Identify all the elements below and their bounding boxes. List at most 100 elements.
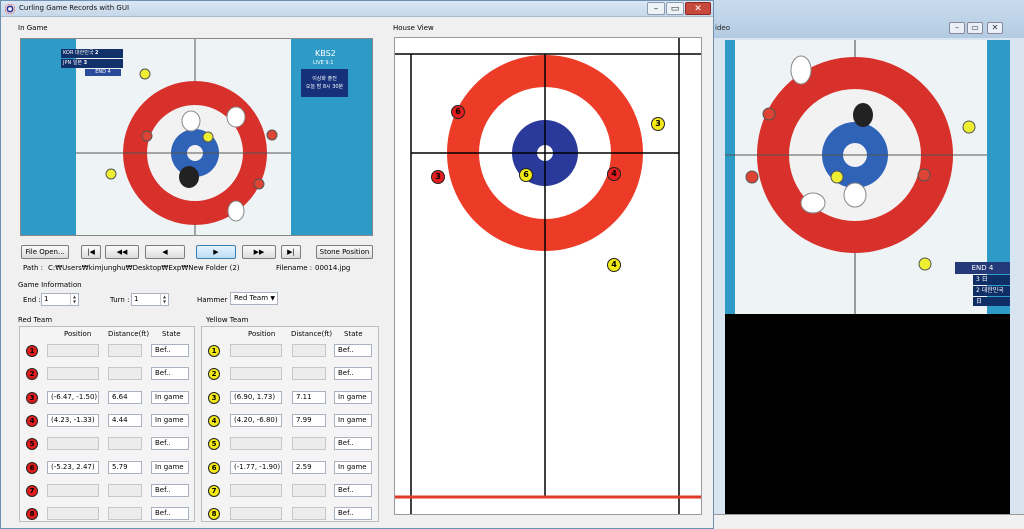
distance-field[interactable]: 7.99	[292, 413, 326, 427]
red-stone-number: 2	[26, 368, 38, 381]
position-field[interactable]: (4.20, -6.80)	[230, 413, 282, 427]
close-button[interactable]: ✕	[987, 22, 1003, 34]
distance-field[interactable]	[108, 367, 142, 381]
distance-field[interactable]	[292, 367, 326, 381]
red-stone-4: 4	[607, 167, 621, 181]
state-field[interactable]: Bef..	[334, 344, 372, 357]
position-field[interactable]: (-6.47, -1.50)	[47, 390, 99, 404]
fast-forward-button[interactable]: ▶▶	[242, 245, 276, 259]
path-value: C:₩Users₩kimjunghu₩Desktop₩Exp₩New Folde…	[48, 264, 240, 272]
state-field[interactable]: Bef..	[151, 367, 189, 381]
end-spinner[interactable]: 1 ▲ ▼	[41, 293, 79, 306]
red-col-state: State	[162, 330, 181, 338]
position-field[interactable]: (-1.77, -1.90)	[230, 460, 282, 474]
state-field[interactable]: In game	[334, 390, 372, 404]
video-bottom-strip	[700, 514, 1024, 529]
distance-field[interactable]	[292, 344, 326, 357]
state-field[interactable]: In game	[151, 390, 189, 404]
distance-field[interactable]	[108, 344, 142, 357]
state-field[interactable]: Bef..	[151, 507, 189, 521]
red-stone-number: 5	[26, 438, 38, 451]
minimize-button[interactable]: –	[949, 22, 965, 34]
end-value: 1	[44, 295, 49, 303]
yellow-stone-6: 6	[519, 168, 533, 182]
spinner-arrows-icon[interactable]: ▲ ▼	[70, 294, 78, 305]
distance-field[interactable]: 7.11	[292, 390, 326, 404]
channel-sub: LIVE 9.1	[313, 60, 334, 66]
distance-field[interactable]	[108, 507, 142, 521]
game-information-label: Game Information	[18, 281, 82, 289]
position-field[interactable]	[230, 344, 282, 357]
state-field[interactable]: In game	[151, 413, 189, 427]
position-field[interactable]	[47, 367, 99, 381]
play-button[interactable]: ▶	[196, 245, 236, 259]
row1-score: 3	[976, 276, 980, 283]
distance-field[interactable]	[292, 437, 326, 451]
yellow-col-position: Position	[248, 330, 276, 338]
red-team-label: Red Team	[18, 316, 53, 324]
state-field[interactable]: In game	[334, 413, 372, 427]
position-field[interactable]	[230, 483, 282, 497]
hammer-label: Hammer :	[197, 296, 232, 304]
video-scoreboard-row2: 2 대한민국	[973, 286, 1010, 296]
position-field[interactable]	[230, 367, 282, 381]
red-col-position: Position	[64, 330, 92, 338]
state-field[interactable]: In game	[334, 460, 372, 474]
maximize-button[interactable]: ▭	[666, 2, 684, 15]
distance-field[interactable]	[108, 437, 142, 451]
row2-team: 대한민국	[981, 287, 1004, 294]
distance-field[interactable]: 2.59	[292, 460, 326, 474]
distance-field[interactable]	[292, 483, 326, 497]
house-view-sheet: 6 3 4 3 6 4	[394, 37, 702, 515]
state-field[interactable]: Bef..	[334, 367, 372, 381]
broadcast-channel-logo: KBS2 LIVE 9.1 이상화 출전 오늘 밤 8시 30분	[301, 47, 361, 103]
stone-position-button[interactable]: Stone Position	[316, 245, 373, 259]
distance-field[interactable]	[292, 507, 326, 521]
distance-field[interactable]: 5.79	[108, 460, 142, 474]
distance-field[interactable]: 6.64	[108, 390, 142, 404]
video-window-title: ideo	[715, 24, 730, 32]
close-button[interactable]: ✕	[685, 2, 711, 15]
position-field[interactable]: (4.23, -1.33)	[47, 413, 99, 427]
red-stone-3: 3	[431, 170, 445, 184]
last-frame-button[interactable]: ▶|	[281, 245, 301, 259]
yellow-stone-number: 2	[208, 368, 220, 381]
position-field[interactable]	[230, 507, 282, 521]
video-scoreboard-sub: 日	[973, 297, 1010, 306]
main-titlebar: Curling Game Records with GUI – ▭ ✕	[1, 1, 713, 17]
row2-score: 2	[976, 287, 980, 294]
file-open-button[interactable]: File Open...	[21, 245, 69, 259]
position-field[interactable]: (6.90, 1.73)	[230, 390, 282, 404]
chevron-down-icon[interactable]: ▼	[270, 293, 275, 304]
state-field[interactable]: Bef..	[334, 437, 372, 451]
restore-button[interactable]: ▭	[967, 22, 983, 34]
position-field[interactable]	[47, 344, 99, 357]
position-field[interactable]	[47, 437, 99, 451]
position-field[interactable]	[47, 483, 99, 497]
rewind-button[interactable]: ◀◀	[105, 245, 139, 259]
yellow-team-label: Yellow Team	[206, 316, 249, 324]
state-field[interactable]: Bef..	[151, 437, 189, 451]
distance-field[interactable]: 4.44	[108, 413, 142, 427]
hammer-value: Red Team	[234, 294, 269, 302]
yellow-stone-number: 5	[208, 438, 220, 451]
hammer-select[interactable]: Red Team ▼	[230, 292, 278, 305]
state-field[interactable]: In game	[151, 460, 189, 474]
turn-label: Turn :	[110, 296, 130, 304]
filename-value: 00014.jpg	[315, 264, 351, 272]
red-stone-number: 4	[26, 414, 38, 427]
state-field[interactable]: Bef..	[334, 507, 372, 521]
position-field[interactable]: (-5.23, 2.47)	[47, 460, 99, 474]
end-label: End :	[23, 296, 41, 304]
turn-spinner[interactable]: 1 ▲ ▼	[131, 293, 169, 306]
first-frame-button[interactable]: |◀	[81, 245, 101, 259]
position-field[interactable]	[230, 437, 282, 451]
distance-field[interactable]	[108, 483, 142, 497]
state-field[interactable]: Bef..	[334, 483, 372, 497]
minimize-button[interactable]: –	[647, 2, 665, 15]
spinner-arrows-icon[interactable]: ▲ ▼	[160, 294, 168, 305]
previous-frame-button[interactable]: ◀	[145, 245, 185, 259]
state-field[interactable]: Bef..	[151, 483, 189, 497]
position-field[interactable]	[47, 507, 99, 521]
state-field[interactable]: Bef..	[151, 344, 189, 357]
